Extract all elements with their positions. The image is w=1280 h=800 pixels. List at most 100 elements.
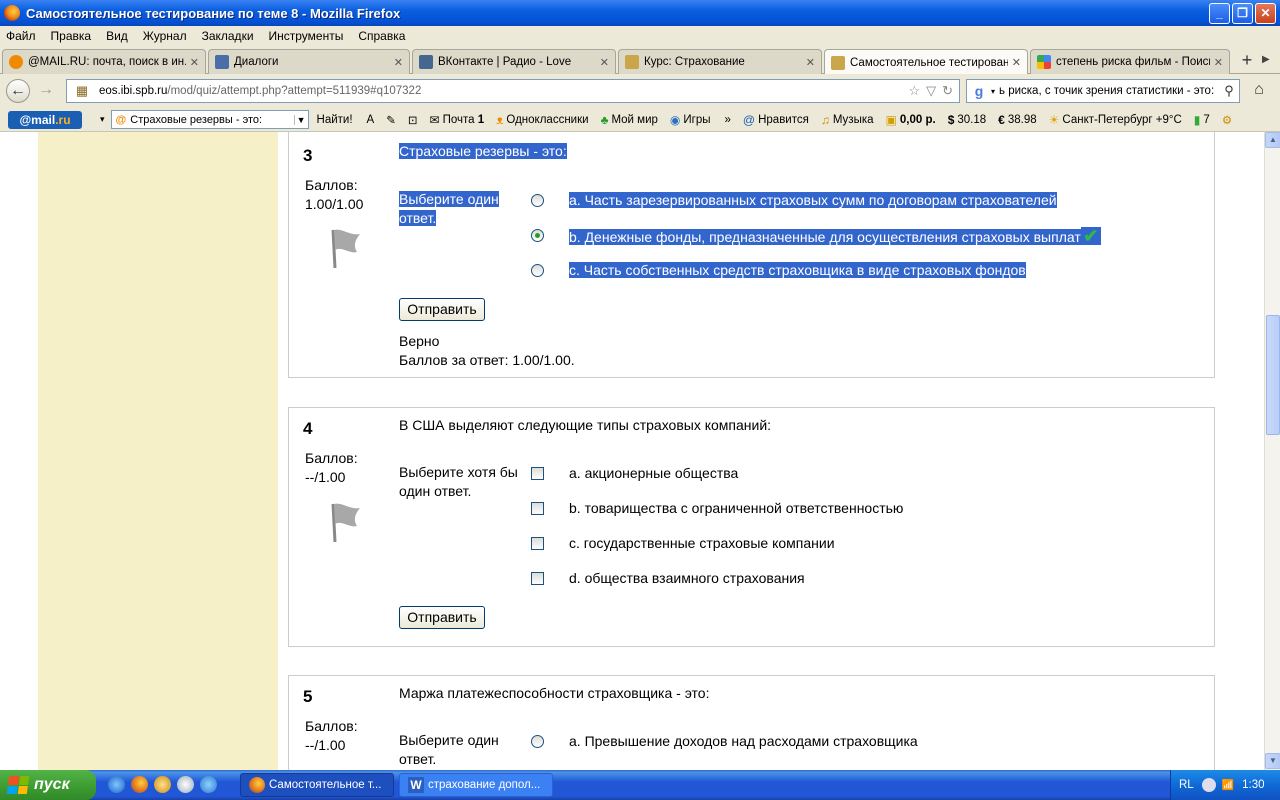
bookmark-star-icon[interactable]: ☆ <box>908 83 920 99</box>
like-icon: @ <box>742 112 756 127</box>
tab-close-icon[interactable]: ✕ <box>394 56 403 69</box>
tab-google-search[interactable]: степень риска фильм - Поиск ... ✕ <box>1030 49 1230 74</box>
minimize-button[interactable]: _ <box>1209 3 1230 24</box>
answer-option-a[interactable]: a. акционерные общества <box>531 465 738 481</box>
scrollbar-thumb[interactable] <box>1266 315 1280 435</box>
flag-icon[interactable] <box>327 500 367 544</box>
money-link[interactable]: ▣ 0,00 р. <box>886 113 936 127</box>
find-page-icon[interactable]: ⊡ <box>408 113 418 127</box>
ie-icon[interactable] <box>108 776 125 793</box>
find-button[interactable]: Найти! <box>317 114 353 126</box>
answer-option-d[interactable]: d. общества взаимного страхования <box>531 570 805 586</box>
menu-edit[interactable]: Правка <box>51 29 92 43</box>
tab-course[interactable]: Курс: Страхование ✕ <box>618 49 822 74</box>
taskbar-item-word[interactable]: W страхование допол... <box>399 773 553 797</box>
answer-option-b[interactable]: b. Денежные фонды, предназначенные для о… <box>531 227 1101 245</box>
forward-button[interactable]: → <box>34 79 58 103</box>
answer-option-b[interactable]: b. товарищества с ограниченной ответстве… <box>531 500 903 516</box>
mail-link[interactable]: ✉ Почта 1 <box>430 113 485 127</box>
radio-button[interactable] <box>531 735 544 748</box>
restore-button[interactable]: ❐ <box>1232 3 1253 24</box>
question-3: 3 Баллов: 1.00/1.00 Страховые резервы - … <box>288 132 1215 378</box>
highlighter-icon[interactable]: ✎ <box>386 113 396 127</box>
vertical-scrollbar[interactable]: ▲ ▼ <box>1264 132 1280 770</box>
menu-file[interactable]: Файл <box>6 29 36 43</box>
media-icon[interactable] <box>177 776 194 793</box>
search-bar[interactable]: g ▾ ь риска, с точик зрения статистики -… <box>966 79 1240 103</box>
back-button[interactable]: ← <box>6 79 30 103</box>
start-button[interactable]: пуск <box>0 770 96 800</box>
taskbar-item-firefox[interactable]: Самостоятельное т... <box>240 773 394 797</box>
checkbox[interactable] <box>531 502 544 515</box>
network-icon[interactable]: 📶 <box>1222 780 1234 791</box>
moodle-icon <box>831 55 845 70</box>
flag-icon[interactable] <box>327 226 367 270</box>
language-indicator[interactable]: RL <box>1179 779 1194 791</box>
menu-help[interactable]: Справка <box>358 29 405 43</box>
app-icon[interactable] <box>154 776 171 793</box>
mailru-search-input[interactable]: @ Страховые резервы - это: ▼ <box>110 110 309 129</box>
submit-button[interactable]: Отправить <box>399 298 485 321</box>
checkbox[interactable] <box>531 537 544 550</box>
home-icon[interactable]: ⌂ <box>1248 81 1270 101</box>
weather-link[interactable]: ☀ Санкт-Петербург +9°C <box>1049 113 1182 127</box>
more-chevron-icon[interactable]: » <box>725 114 731 126</box>
menu-tools[interactable]: Инструменты <box>269 29 344 43</box>
tab-quiz[interactable]: Самостоятельное тестирован... ✕ <box>824 49 1028 75</box>
tab-close-icon[interactable]: ✕ <box>600 56 609 69</box>
answer-option-c[interactable]: c. Часть собственных средств страховщика… <box>531 262 1026 278</box>
menu-bookmarks[interactable]: Закладки <box>202 29 254 43</box>
radio-button[interactable] <box>531 194 544 207</box>
menu-history[interactable]: Журнал <box>143 29 187 43</box>
chevron-down-icon[interactable]: ▾ <box>100 114 105 125</box>
question-5: 5 Баллов: --/1.00 Маржа платежеспособнос… <box>288 675 1215 770</box>
scroll-down-icon[interactable]: ▼ <box>1265 753 1280 769</box>
tab-close-icon[interactable]: ✕ <box>1214 56 1223 69</box>
google-search-icon[interactable]: g <box>971 83 987 99</box>
answer-option-a[interactable]: a. Превышение доходов над расходами стра… <box>531 733 918 749</box>
traffic-light-icon: ▮ <box>1193 112 1201 127</box>
tray-icon[interactable] <box>1201 778 1216 792</box>
dropdown-icon[interactable]: ▼ <box>293 114 308 125</box>
app-icon[interactable] <box>200 776 217 793</box>
dropdown-icon[interactable]: ▽ <box>926 83 936 99</box>
tab-vkontakte[interactable]: ВКонтакте | Радио - Love ✕ <box>412 49 616 74</box>
url-bar[interactable]: ▦ eos.ibi.spb.ru /mod/quiz/attempt.php?a… <box>66 79 960 103</box>
checkbox[interactable] <box>531 572 544 585</box>
music-link[interactable]: ♫ Музыка <box>821 113 874 127</box>
games-link[interactable]: ◉ Игры <box>670 113 711 127</box>
close-button[interactable]: ✕ <box>1255 3 1276 24</box>
firefox-icon[interactable] <box>131 776 148 793</box>
magnifier-icon[interactable]: ⚲ <box>1219 83 1239 99</box>
reload-icon[interactable]: ↻ <box>942 83 953 99</box>
dollar-icon: $ <box>947 112 955 127</box>
radio-button[interactable] <box>531 264 544 277</box>
search-input[interactable]: ь риска, с точик зрения статистики - это… <box>999 85 1219 97</box>
mailru-logo[interactable]: @mail.ru <box>8 110 82 129</box>
menu-view[interactable]: Вид <box>106 29 128 43</box>
submit-button[interactable]: Отправить <box>399 606 485 629</box>
radio-button[interactable] <box>531 229 544 242</box>
new-tab-button[interactable]: + <box>1236 51 1258 71</box>
google-icon <box>1037 55 1051 69</box>
tab-close-icon[interactable]: ✕ <box>190 56 199 69</box>
settings-gear-icon[interactable]: ⚙ <box>1222 113 1232 127</box>
odnoklassniki-link[interactable]: ᴥ Одноклассники <box>496 113 588 127</box>
myworld-link[interactable]: ♣ Мой мир <box>601 113 658 127</box>
scroll-up-icon[interactable]: ▲ <box>1265 132 1280 148</box>
euro-rate[interactable]: €38.98 <box>998 113 1036 127</box>
tab-mailru[interactable]: @MAIL.RU: почта, поиск в ин... ✕ <box>2 49 206 74</box>
dollar-rate[interactable]: $30.18 <box>948 113 986 127</box>
answer-option-a[interactable]: a. Часть зарезервированных страховых сум… <box>531 192 1057 208</box>
answer-option-c[interactable]: c. государственные страховые компании <box>531 535 835 551</box>
font-size-icon[interactable]: A <box>367 114 375 126</box>
at-icon: @ <box>115 113 127 126</box>
like-link[interactable]: @ Нравится <box>743 113 809 127</box>
checkbox[interactable] <box>531 467 544 480</box>
traffic-link[interactable]: ▮ 7 <box>1194 113 1210 127</box>
tab-close-icon[interactable]: ✕ <box>1012 56 1021 69</box>
tab-scroll-icon[interactable]: ▶ <box>1262 54 1270 65</box>
chevron-down-icon[interactable]: ▾ <box>991 87 995 96</box>
tab-dialogs[interactable]: Диалоги ✕ <box>208 49 410 74</box>
tab-close-icon[interactable]: ✕ <box>806 56 815 69</box>
